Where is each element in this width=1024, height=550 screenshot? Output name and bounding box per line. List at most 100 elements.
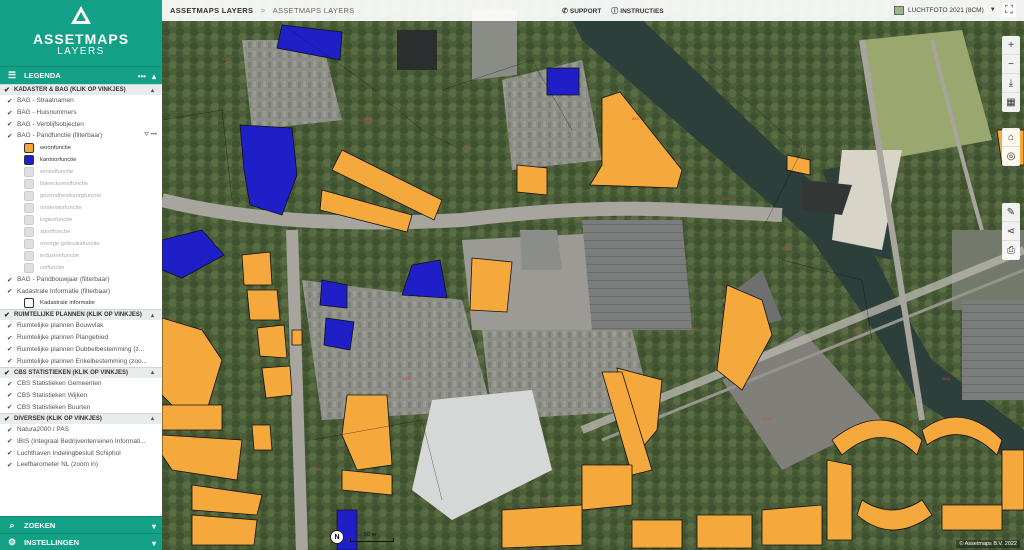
layer-item[interactable]: ✔ Ruimtelijke plannen Bouwvlak (0, 320, 162, 332)
legend-swatch (24, 298, 34, 309)
check-icon[interactable]: ✔ (4, 311, 12, 319)
layer-item[interactable]: ✔ Ruimtelijke plannen Dubbelbestemming (z… (0, 344, 162, 356)
legend-label: onderwijsfunctie (40, 204, 82, 211)
section-title: RUIMTELIJKE PLANNEN (KLIK OP VINKJES) (14, 312, 142, 319)
zoom-out-icon[interactable]: − (1002, 55, 1020, 74)
legend-entry: woonfunctie (0, 142, 162, 154)
check-icon[interactable]: ✔ (7, 120, 17, 128)
check-icon[interactable]: ✔ (7, 426, 17, 434)
check-icon[interactable]: ✔ (7, 334, 17, 342)
layer-item[interactable]: ✔ IBIS (Integraal Bedrijventerreinen Info… (0, 436, 162, 448)
locate-icon[interactable]: ◎ (1002, 147, 1020, 166)
section-header[interactable]: ✔ DIVERSEN (KLIK OP VINKJES) ▴ (0, 412, 162, 424)
chevron-up-icon[interactable]: ▴ (151, 369, 154, 376)
filter-icon[interactable]: ⛛ (144, 132, 149, 138)
legend-entry: winkelfunctie (0, 166, 162, 178)
instructies-link[interactable]: ⓘ INSTRUCTIES (611, 6, 663, 16)
print-icon[interactable]: ⎙ (1002, 241, 1020, 260)
layer-item[interactable]: ✔ BAG - Verblijfsobjecten (0, 118, 162, 130)
more-icon[interactable]: ••• (151, 132, 157, 138)
svg-text:4431: 4431 (722, 196, 732, 201)
check-icon[interactable]: ✔ (7, 97, 17, 105)
phone-icon: ✆ (562, 7, 568, 15)
info-icon: ⓘ (611, 7, 619, 15)
collapse-icon[interactable]: ▴ (152, 72, 156, 81)
layer-item[interactable]: ✔ Kadastrale Informatie (filterbaar) (0, 285, 162, 297)
draw-icon[interactable]: ✎ (1002, 203, 1020, 222)
svg-text:2119: 2119 (462, 146, 471, 151)
breadcrumb-root[interactable]: ASSETMAPS LAYERS (170, 6, 253, 15)
top-bar: ASSETMAPS LAYERS > ASSETMAPS LAYERS ✆ SUP… (162, 0, 1024, 21)
more-icon[interactable]: ••• (138, 72, 146, 81)
layer-item[interactable]: ✔ Leefbarometer NL (zoom in) (0, 459, 162, 471)
layer-item[interactable]: ✔ Natura2000 / PAS (0, 424, 162, 436)
home-icon[interactable]: ⌂ (1002, 128, 1020, 147)
scale-line (350, 538, 394, 542)
check-icon[interactable]: ✔ (7, 132, 17, 140)
check-icon[interactable]: ✔ (7, 437, 17, 445)
legend-label: bijeenkomstfunctie (40, 180, 89, 187)
check-icon[interactable]: ✔ (7, 449, 17, 457)
download-icon[interactable]: ⤓ (1002, 74, 1020, 93)
section-header[interactable]: ✔ CBS STATISTIEKEN (KLIK OP VINKJES) ▴ (0, 366, 162, 378)
check-icon[interactable]: ✔ (7, 322, 17, 330)
scale-bar: 50 m (350, 532, 394, 543)
check-icon[interactable]: ✔ (7, 287, 17, 295)
legend-entry: Kadastrale informatie (0, 297, 162, 309)
layer-item[interactable]: ✔ CBS Statistieken Buurten (0, 401, 162, 413)
layer-item[interactable]: ✔ CBS Statistieken Wijken (0, 390, 162, 402)
menu-icon[interactable]: ☰ (6, 70, 18, 81)
section-header[interactable]: ✔ RUIMTELIJKE PLANNEN (KLIK OP VINKJES) ▴ (0, 309, 162, 321)
layer-label: Ruimtelijke plannen Bouwvlak (17, 322, 104, 330)
map-view[interactable]: 1231 1884 2119 883 4431 5567 2211 1009 4901 1… (162, 0, 1024, 550)
basemap-select[interactable]: LUCHTFOTO 2021 (8CM) ▼ (894, 2, 996, 18)
layer-item[interactable]: ✔ BAG - Huisnummers (0, 107, 162, 119)
support-link[interactable]: ✆ SUPPORT (562, 7, 601, 15)
settings-bar-toggle[interactable]: ⚙ INSTELLINGEN ▾ (0, 533, 162, 550)
aerial-map[interactable]: 1231 1884 2119 883 4431 5567 2211 1009 4901 1… (162, 0, 1024, 550)
layer-label: BAG - Pandbouwjaar (filterbaar) (17, 276, 110, 284)
layer-label: BAG - Verblijfsobjecten (17, 120, 84, 128)
check-icon[interactable]: ✔ (7, 403, 17, 411)
legend-entry: onderwijsfunctie (0, 202, 162, 214)
legend-list: ✔ KADASTER & BAG (KLIK OP VINKJES) ▴ ✔ BAG -… (0, 84, 162, 471)
layer-item[interactable]: ✔ CBS Statistieken Gemeenten (0, 378, 162, 390)
chevron-up-icon[interactable]: ▴ (151, 87, 154, 94)
layer-item[interactable]: ✔ BAG - Pandfunctie (filterbaar) ⛛ ••• (0, 130, 162, 142)
legend-entry: bijeenkomstfunctie (0, 178, 162, 190)
chevron-up-icon[interactable]: ▴ (151, 415, 154, 422)
zoom-in-icon[interactable]: + (1002, 36, 1020, 55)
svg-text:1009: 1009 (402, 376, 412, 381)
check-icon[interactable]: ✔ (7, 391, 17, 399)
check-icon[interactable]: ✔ (7, 345, 17, 353)
check-icon[interactable]: ✔ (4, 369, 12, 377)
check-icon[interactable]: ✔ (7, 357, 17, 365)
check-icon[interactable]: ✔ (7, 109, 17, 117)
brand-header: ASSETMAPS LAYERS (0, 0, 162, 66)
instructies-label: INSTRUCTIES (620, 7, 664, 15)
check-icon[interactable]: ✔ (7, 276, 17, 284)
check-icon[interactable]: ✔ (4, 86, 12, 94)
north-label: N (334, 533, 340, 541)
legend-entry: gezondheidszorgfunctie (0, 190, 162, 202)
layer-item[interactable]: ✔ Luchthaven Indelingbesluit Schiphol (0, 447, 162, 459)
check-icon[interactable]: ✔ (7, 461, 17, 469)
layers-icon[interactable]: ▦ (1002, 93, 1020, 112)
search-bar-toggle[interactable]: ⌕ ZOEKEN ▾ (0, 516, 162, 533)
breadcrumb-separator: > (260, 6, 266, 15)
legend-header[interactable]: ☰ LEGENDA ••• ▴ (0, 66, 162, 84)
fullscreen-icon[interactable]: ⛶ (1002, 3, 1016, 17)
section-header[interactable]: ✔ KADASTER & BAG (KLIK OP VINKJES) ▴ (0, 84, 162, 95)
chevron-up-icon[interactable]: ▴ (151, 312, 154, 319)
layer-item[interactable]: ✔ Ruimtelijke plannen Enkelbestemming (zo… (0, 355, 162, 367)
layer-item[interactable]: ✔ Ruimtelijke plannen Plangebied (0, 332, 162, 344)
check-icon[interactable]: ✔ (7, 380, 17, 388)
check-icon[interactable]: ✔ (4, 415, 12, 423)
share-icon[interactable]: ⋖ (1002, 222, 1020, 241)
legend-label: gezondheidszorgfunctie (40, 192, 102, 199)
legend-label: industriefunctie (40, 252, 79, 259)
legend-title: LEGENDA (24, 71, 61, 80)
basemap-label: LUCHTFOTO 2021 (8CM) (908, 6, 984, 14)
layer-item[interactable]: ✔ BAG - Pandbouwjaar (filterbaar) (0, 274, 162, 286)
layer-item[interactable]: ✔ BAG - Straatnamen (0, 95, 162, 107)
